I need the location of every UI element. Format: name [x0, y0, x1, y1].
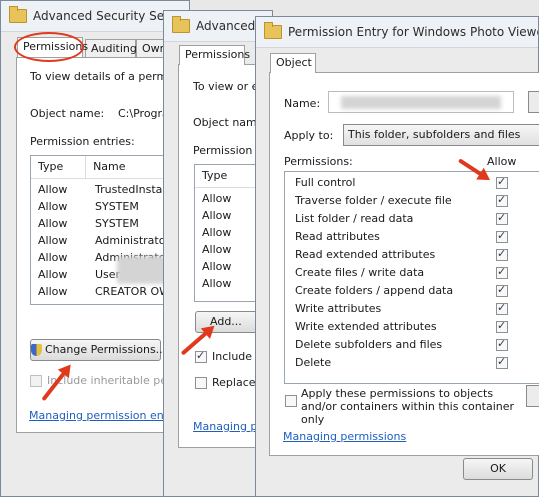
window-titlebar: Advanced Security Settings: [1, 1, 189, 32]
permission-label: Create folders / append data: [295, 284, 454, 297]
permission-label: Read attributes: [295, 230, 380, 243]
permission-label: Full control: [295, 176, 356, 189]
name-field[interactable]: [328, 91, 514, 113]
permission-allow-checkbox[interactable]: [496, 355, 508, 369]
permission-allow-checkbox[interactable]: [496, 229, 508, 243]
column-type[interactable]: Type: [195, 165, 262, 187]
object-name-label: Object name: [193, 116, 264, 129]
tab-auditing[interactable]: Auditing: [85, 39, 137, 57]
permission-row: Traverse folder / execute file: [295, 192, 452, 210]
include-inheritable-checkbox[interactable]: [195, 349, 207, 363]
redaction-blur: [341, 96, 501, 109]
permission-label: Delete subfolders and files: [295, 338, 443, 351]
window-titlebar: Permission Entry for Windows Photo Viewe…: [256, 17, 538, 48]
permission-allow-checkbox[interactable]: [496, 265, 508, 279]
entries-label: Permission entries:: [30, 135, 135, 148]
permission-label: List folder / read data: [295, 212, 414, 225]
managing-permissions-link[interactable]: Managing permissions: [283, 430, 406, 443]
permission-row: Delete: [295, 354, 331, 372]
apply-objects-side-button[interactable]: [526, 385, 539, 407]
window-title: Permission Entry for Windows Photo Viewe…: [288, 25, 538, 39]
apply-to-label: Apply to:: [284, 129, 334, 142]
permission-allow-checkbox[interactable]: [496, 247, 508, 261]
permission-label: Write attributes: [295, 302, 382, 315]
permission-row: List folder / read data: [295, 210, 413, 228]
permission-row: Full control: [295, 174, 355, 192]
permission-row: Write attributes: [295, 300, 381, 318]
allow-column-label: Allow: [487, 155, 517, 168]
column-type[interactable]: Type: [31, 156, 87, 178]
include-inheritable-checkbox[interactable]: [30, 375, 42, 387]
advanced-security-settings-window: Advanced Security Settings Permissions A…: [0, 0, 198, 497]
apply-to-objects-checkbox[interactable]: [285, 395, 297, 407]
permission-allow-checkbox[interactable]: [496, 193, 508, 207]
folder-icon: [264, 22, 282, 39]
managing-permissions-link[interactable]: Managing p: [193, 420, 257, 433]
permission-allow-checkbox[interactable]: [496, 175, 508, 189]
permission-allow-checkbox[interactable]: [496, 337, 508, 351]
folder-icon: [172, 16, 190, 33]
intro-text: To view or e: [193, 80, 259, 93]
permission-allow-checkbox[interactable]: [496, 301, 508, 315]
object-name-label: Object name:: [30, 107, 105, 120]
folder-icon: [9, 6, 27, 23]
permission-row: Write extended attributes: [295, 318, 437, 336]
permission-entry-window: Permission Entry for Windows Photo Viewe…: [255, 16, 539, 497]
permission-allow-checkbox[interactable]: [496, 319, 508, 333]
permission-allow-checkbox[interactable]: [496, 211, 508, 225]
permission-label: Traverse folder / execute file: [295, 194, 452, 207]
replace-checkbox[interactable]: [195, 377, 207, 389]
name-label: Name:: [284, 97, 321, 110]
permissions-label: Permissions:: [284, 155, 353, 168]
tab-permissions[interactable]: Permissions: [179, 45, 250, 65]
ok-button[interactable]: OK: [463, 458, 533, 480]
change-permissions-button[interactable]: Change Permissions...: [30, 339, 166, 361]
tab-object[interactable]: Object: [270, 53, 316, 73]
name-change-button[interactable]: [528, 91, 539, 113]
permission-allow-checkbox[interactable]: [496, 283, 508, 297]
permission-label: Delete: [295, 356, 332, 369]
permission-row: Create files / write data: [295, 264, 424, 282]
permission-row: Delete subfolders and files: [295, 336, 442, 354]
highlight-ellipse: [14, 32, 84, 62]
permission-label: Read extended attributes: [295, 248, 436, 261]
apply-to-select[interactable]: This folder, subfolders and files: [343, 124, 539, 146]
shield-icon: [31, 344, 42, 356]
permission-row: Read extended attributes: [295, 246, 435, 264]
permission-label: Write extended attributes: [295, 320, 437, 333]
redaction-blur: [117, 256, 167, 284]
apply-to-objects-label: Apply these permissions to objects and/o…: [301, 387, 515, 426]
permission-row: Read attributes: [295, 228, 380, 246]
permission-row: Create folders / append data: [295, 282, 453, 300]
permission-label: Create files / write data: [295, 266, 425, 279]
